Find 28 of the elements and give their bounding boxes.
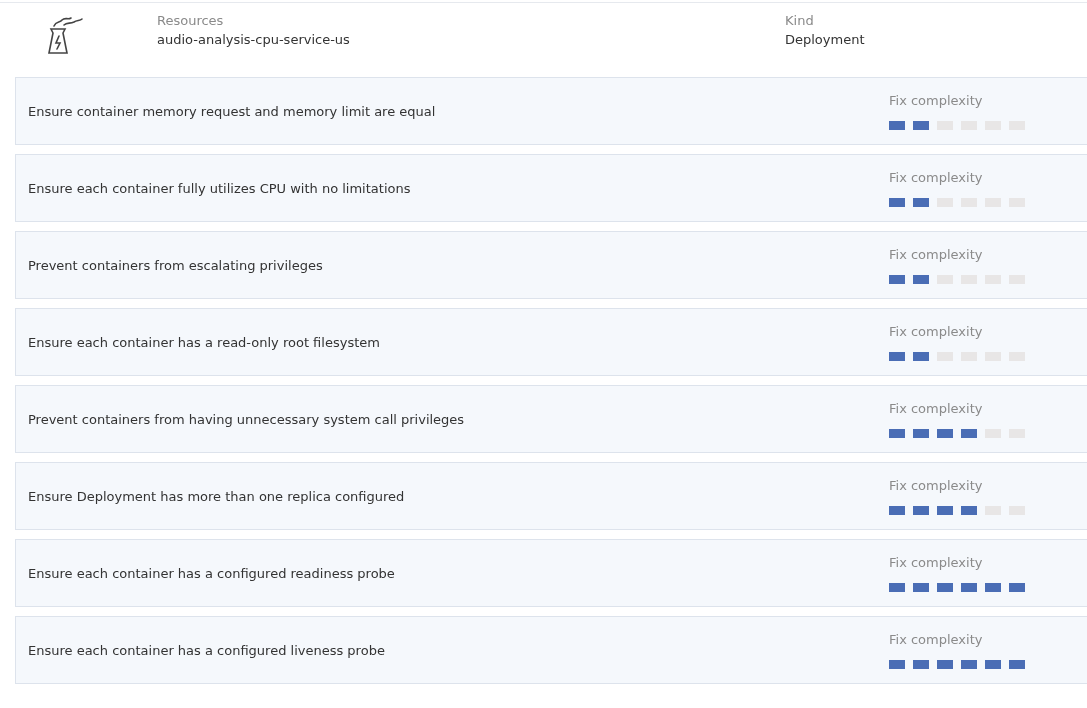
check-row[interactable]: Ensure each container fully utilizes CPU with no limitations Fix complexity bbox=[15, 154, 1087, 222]
fix-complexity-label: Fix complexity bbox=[889, 170, 984, 185]
check-title: Ensure container memory request and memory limit are equal bbox=[28, 103, 437, 119]
check-title: Ensure each container has a read-only root filesystem bbox=[28, 334, 381, 350]
check-row[interactable]: Ensure each container has a configured readiness probe Fix complexity bbox=[15, 539, 1087, 607]
check-row[interactable]: Ensure each container has a read-only root filesystem Fix complexity bbox=[15, 308, 1087, 376]
resource-name: audio-analysis-cpu-service-us bbox=[157, 32, 350, 47]
check-title: Prevent containers from having unnecessary system call privileges bbox=[28, 411, 466, 427]
kind-label: Kind bbox=[785, 13, 815, 28]
check-title: Ensure each container has a configured readiness probe bbox=[28, 565, 396, 581]
check-row[interactable]: Ensure Deployment has more than one replica configured Fix complexity bbox=[15, 462, 1087, 530]
check-title: Ensure each container fully utilizes CPU with no limitations bbox=[28, 180, 412, 196]
check-title: Ensure Deployment has more than one replica configured bbox=[28, 488, 406, 504]
check-row[interactable]: Ensure each container has a configured liveness probe Fix complexity bbox=[15, 616, 1087, 684]
kind-value: Deployment bbox=[785, 32, 866, 47]
fix-complexity-label: Fix complexity bbox=[889, 632, 984, 647]
fix-complexity-label: Fix complexity bbox=[889, 555, 984, 570]
fix-complexity-label: Fix complexity bbox=[889, 247, 984, 262]
fix-complexity-label: Fix complexity bbox=[889, 324, 984, 339]
fix-complexity-label: Fix complexity bbox=[889, 478, 984, 493]
resources-label: Resources bbox=[157, 13, 225, 28]
check-row[interactable]: Ensure container memory request and memory limit are equal Fix complexity bbox=[15, 77, 1087, 145]
fix-complexity-label: Fix complexity bbox=[889, 93, 984, 108]
check-title: Prevent containers from escalating privileges bbox=[28, 257, 324, 273]
check-title: Ensure each container has a configured liveness probe bbox=[28, 642, 386, 658]
check-row[interactable]: Prevent containers from escalating privileges Fix complexity bbox=[15, 231, 1087, 299]
check-row[interactable]: Prevent containers from having unnecessary system call privileges Fix complexity bbox=[15, 385, 1087, 453]
fix-complexity-label: Fix complexity bbox=[889, 401, 984, 416]
